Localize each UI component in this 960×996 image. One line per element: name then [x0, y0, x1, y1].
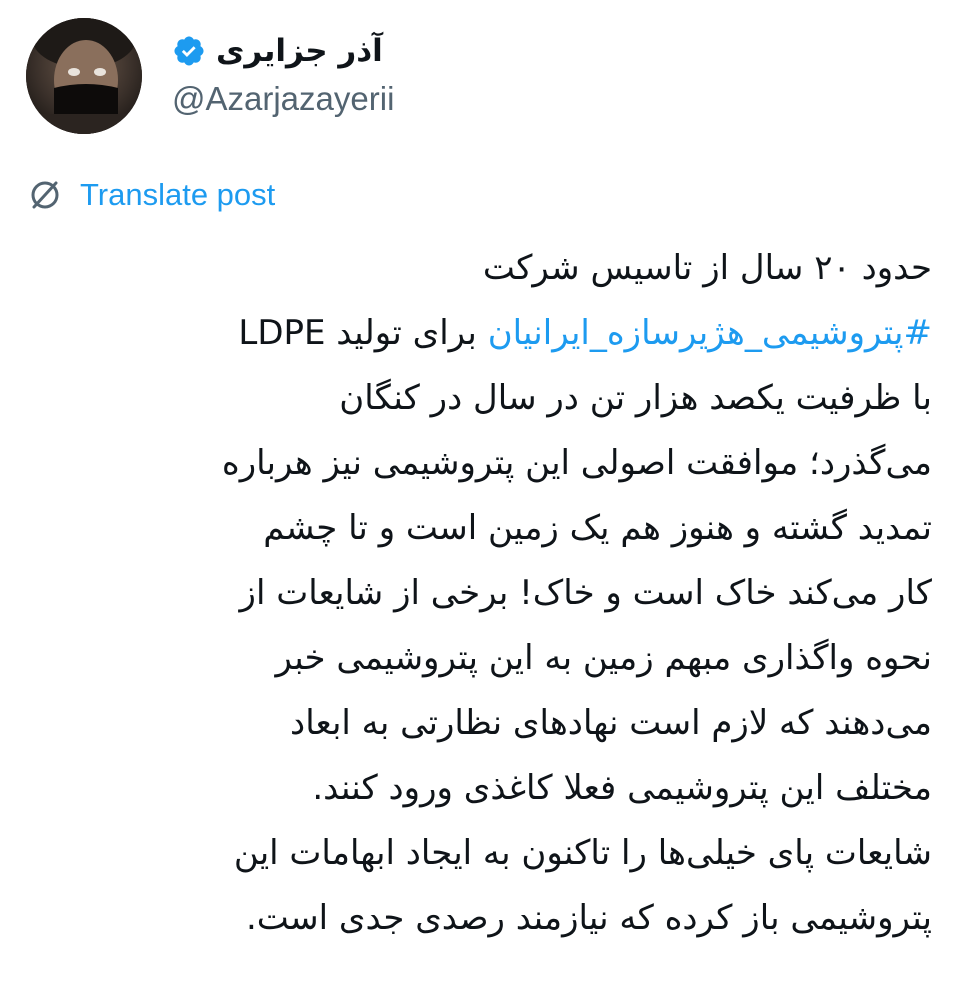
post-line: تمدید گشته و هنوز هم یک زمین است و تا چش…	[263, 508, 932, 548]
post-line: شایعات پای خیلی‌ها را تاکنون به ایجاد اب…	[233, 833, 932, 873]
verified-badge-icon	[172, 34, 206, 68]
avatar[interactable]	[26, 18, 142, 134]
post-line: #پتروشیمی_هژیرسازه_ایرانیان برای تولید L…	[22, 301, 932, 366]
post-text: حدود ۲۰ سال از تاسیس شرکت #پتروشیمی_هژیر…	[22, 236, 932, 951]
translate-post-label[interactable]: Translate post	[80, 177, 275, 213]
author-handle[interactable]: @Azarjazayerii	[172, 75, 394, 123]
post-line: می‌دهند که لازم است نهادهای نظارتی به اب…	[290, 703, 932, 743]
author-info: آذر جزایری @Azarjazayerii	[172, 29, 394, 123]
post-line: پتروشیمی باز کرده که نیازمند رصدی جدی اس…	[245, 898, 932, 938]
post-line: نحوه واگذاری مبهم زمین به این پتروشیمی خ…	[275, 638, 932, 678]
name-row: آذر جزایری	[172, 29, 394, 73]
post-line-text: برای تولید LDPE	[238, 313, 488, 353]
post-header: آذر جزایری @Azarjazayerii	[26, 18, 394, 134]
display-name[interactable]: آذر جزایری	[216, 29, 383, 73]
avatar-photo	[26, 18, 142, 134]
post-line: می‌گذرد؛ موافقت اصولی این پتروشیمی نیز ه…	[221, 443, 932, 483]
post-line: حدود ۲۰ سال از تاسیس شرکت	[482, 248, 932, 288]
translate-globe-icon	[28, 178, 62, 212]
post-line: با ظرفیت یکصد هزار تن در سال در کنگان	[339, 378, 932, 418]
post-line: کار می‌کند خاک است و خاک! برخی از شایعات…	[239, 573, 932, 613]
hashtag-link[interactable]: #پتروشیمی_هژیرسازه_ایرانیان	[488, 313, 932, 353]
translate-post-button[interactable]: Translate post	[28, 170, 275, 220]
post-line: مختلف این پتروشیمی فعلا کاغذی ورود کنند.	[312, 768, 932, 808]
